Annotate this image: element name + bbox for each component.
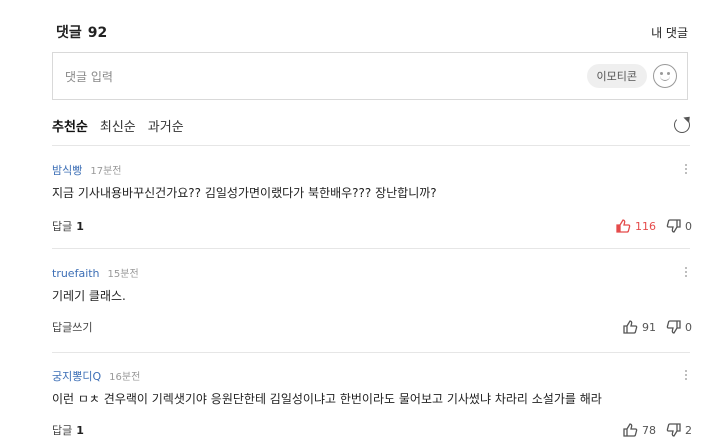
divider xyxy=(52,248,690,249)
smiley-icon[interactable] xyxy=(653,64,677,88)
comments-title-label: 댓글 xyxy=(56,25,82,41)
like-count: 91 xyxy=(642,320,656,334)
thumbs-up-icon xyxy=(623,320,638,334)
reply-label: 답글쓰기 xyxy=(52,321,93,334)
comment-author[interactable]: 궁지뽕디Q xyxy=(52,368,101,384)
like-count: 78 xyxy=(642,423,656,437)
like-button[interactable]: 78 xyxy=(623,423,656,437)
comment-input[interactable]: 댓글 입력 이모티콘 xyxy=(52,52,688,100)
dislike-count: 0 xyxy=(685,219,692,233)
comments-header: 댓글 92 내 댓글 xyxy=(56,20,688,44)
thumbs-down-icon xyxy=(666,320,681,334)
thumbs-up-icon xyxy=(616,219,631,233)
reply-button[interactable]: 답글 1 xyxy=(52,218,84,234)
divider xyxy=(52,352,690,353)
reply-label: 답글 xyxy=(52,424,73,437)
like-button[interactable]: 91 xyxy=(623,320,656,334)
reply-label: 답글 xyxy=(52,220,73,233)
comment-item: 밤식빵 17분전 지금 기사내용바꾸신건가요?? 김일성가면이랬다가 북한배우?… xyxy=(52,162,692,242)
thumbs-up-icon xyxy=(623,423,638,437)
comment-author[interactable]: truefaith xyxy=(52,267,100,280)
dislike-button[interactable]: 0 xyxy=(666,320,692,334)
comment-item: 궁지뽕디Q 16분전 이런 ㅁㅊ 견우랙이 기렉샛기야 응원단한테 김일성이냐고… xyxy=(52,368,692,448)
comment-text: 기레기 클래스. xyxy=(52,289,126,303)
emoticon-button[interactable]: 이모티콘 xyxy=(586,64,647,88)
comments-count: 92 xyxy=(87,25,108,41)
comment-time: 16분전 xyxy=(109,372,141,383)
reply-button[interactable]: 답글 1 xyxy=(52,422,84,438)
comment-text: 이런 ㅁㅊ 견우랙이 기렉샛기야 응원단한테 김일성이냐고 한번이라도 물어보고… xyxy=(52,392,602,406)
my-comments-link[interactable]: 내 댓글 xyxy=(651,24,688,41)
sort-tab-newest[interactable]: 최신순 xyxy=(100,116,136,135)
dislike-button[interactable]: 2 xyxy=(666,423,692,437)
sort-bar: 추천순 최신순 과거순 xyxy=(52,114,690,136)
reply-count: 1 xyxy=(76,424,84,437)
comment-item: truefaith 15분전 기레기 클래스. 답글쓰기 91 0 xyxy=(52,265,692,345)
like-button[interactable]: 116 xyxy=(616,219,656,233)
dislike-count: 2 xyxy=(685,423,692,437)
comment-text: 지금 기사내용바꾸신건가요?? 김일성가면이랬다가 북한배우??? 장난합니까? xyxy=(52,186,437,200)
like-count: 116 xyxy=(635,219,656,233)
reply-count: 1 xyxy=(76,220,84,233)
dislike-button[interactable]: 0 xyxy=(666,219,692,233)
refresh-icon[interactable] xyxy=(674,117,690,133)
comment-time: 17분전 xyxy=(90,166,122,177)
more-vertical-icon[interactable] xyxy=(685,164,688,174)
comment-input-placeholder[interactable]: 댓글 입력 xyxy=(65,68,587,85)
divider xyxy=(52,145,690,146)
comment-author[interactable]: 밤식빵 xyxy=(52,162,82,178)
more-vertical-icon[interactable] xyxy=(685,267,688,277)
comments-title: 댓글 92 xyxy=(56,22,107,42)
sort-tab-recommended[interactable]: 추천순 xyxy=(52,116,88,135)
more-vertical-icon[interactable] xyxy=(685,370,688,380)
dislike-count: 0 xyxy=(685,320,692,334)
comment-time: 15분전 xyxy=(107,269,139,280)
thumbs-down-icon xyxy=(666,423,681,437)
sort-tab-oldest[interactable]: 과거순 xyxy=(148,116,184,135)
reply-button[interactable]: 답글쓰기 xyxy=(52,319,92,335)
thumbs-down-icon xyxy=(666,219,681,233)
